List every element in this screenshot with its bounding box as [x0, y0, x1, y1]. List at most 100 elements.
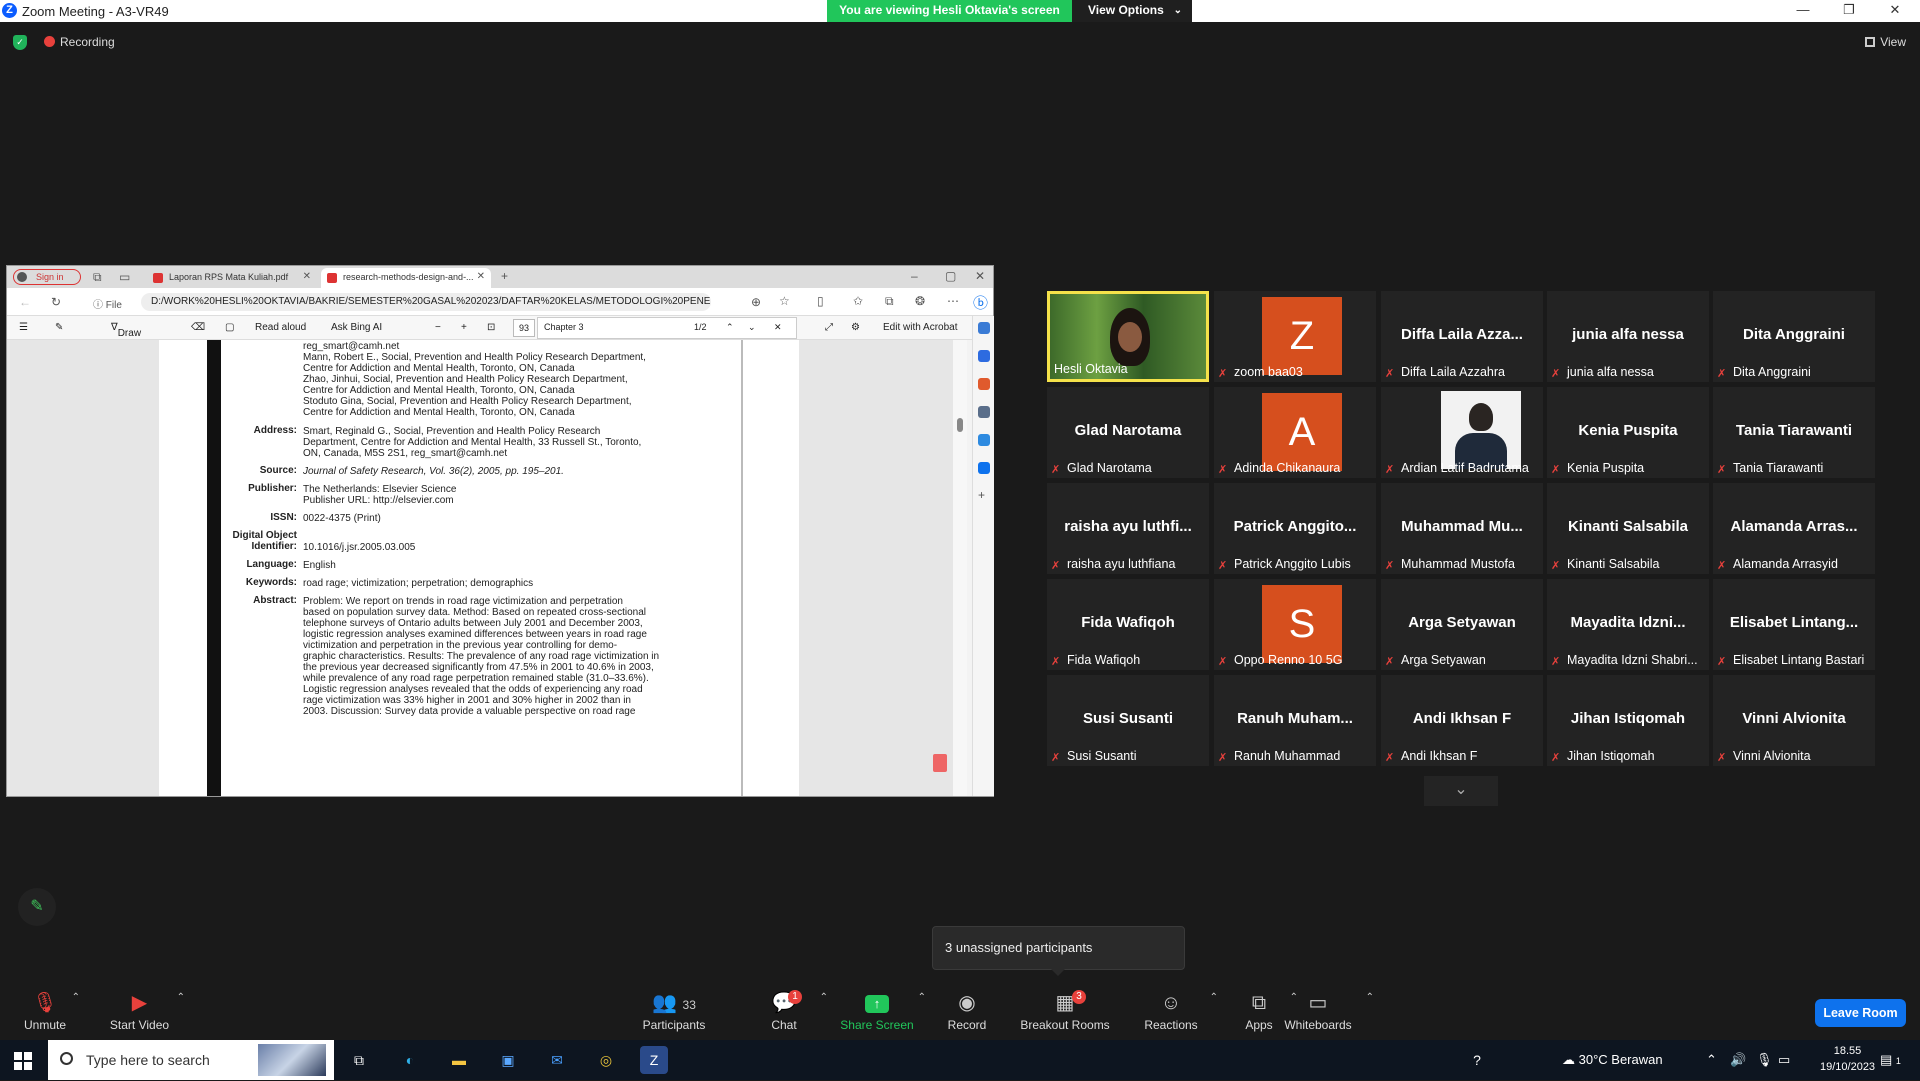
participant-tile[interactable]: Patrick Anggito... ✗ Patrick Anggito Lubis	[1214, 483, 1376, 574]
help-icon[interactable]: ?	[1463, 1046, 1491, 1074]
participant-tile[interactable]: Susi Susanti ✗ Susi Susanti	[1047, 675, 1209, 766]
caret-up-icon[interactable]: ⌃	[1366, 992, 1374, 1003]
reactions-button[interactable]: ☺ Reactions ⌃	[1126, 990, 1218, 1036]
shopping-icon[interactable]	[978, 350, 990, 362]
file-info-icon[interactable]: ⓘ File	[93, 296, 122, 311]
url-field[interactable]: D:/WORK%20HESLI%20OKTAVIA/BAKRIE/SEMESTE…	[141, 293, 711, 311]
participant-tile[interactable]: Kenia Puspita ✗ Kenia Puspita	[1547, 387, 1709, 478]
mail-icon[interactable]: ✉	[543, 1046, 571, 1074]
file-explorer-icon[interactable]: ▬	[445, 1046, 473, 1074]
back-icon[interactable]: ←	[19, 295, 31, 309]
speaker-icon[interactable]: 🔊	[1730, 1040, 1746, 1080]
zoom-icon[interactable]: ⊕	[751, 295, 761, 309]
encryption-shield-icon[interactable]: ✓	[13, 35, 27, 50]
eraser-icon[interactable]: ⌫	[191, 322, 205, 333]
more-menu-icon[interactable]: ⋯	[947, 294, 959, 308]
tools-icon[interactable]	[978, 378, 990, 390]
network-icon[interactable]: ▭	[1778, 1040, 1790, 1080]
start-video-button[interactable]: ▶ Start Video ⌃	[92, 990, 187, 1036]
fit-page-icon[interactable]: ⊡	[487, 322, 495, 333]
collections-icon[interactable]: ⧉	[885, 294, 894, 309]
caret-up-icon[interactable]: ⌃	[820, 992, 828, 1003]
unassigned-participants-popup[interactable]: 3 unassigned participants	[932, 926, 1185, 976]
participant-tile[interactable]: Tania Tiarawanti ✗ Tania Tiarawanti	[1713, 387, 1875, 478]
close-icon[interactable]: ✕	[975, 269, 985, 283]
participant-tile[interactable]: ✗ Ardian Latif Badrutama	[1381, 387, 1543, 478]
annotate-pencil-icon[interactable]: ✎	[18, 888, 56, 926]
scroll-thumb[interactable]	[957, 418, 963, 432]
weather-widget[interactable]: ☁ 30°C Berawan	[1562, 1040, 1663, 1080]
participant-tile[interactable]: Hesli Oktavia	[1047, 291, 1209, 382]
find-close-icon[interactable]: ✕	[774, 322, 782, 333]
taskbar-search-input[interactable]: Type here to search	[48, 1040, 334, 1080]
participant-tile[interactable]: A ✗ Adinda Chikanaura	[1214, 387, 1376, 478]
pdf-scrollbar[interactable]	[953, 340, 967, 796]
close-tab-icon[interactable]: ✕	[303, 268, 311, 286]
office-icon[interactable]	[978, 434, 990, 446]
participant-tile[interactable]: Muhammad Mu... ✗ Muhammad Mustofa	[1381, 483, 1543, 574]
chrome-icon[interactable]: ◎	[592, 1046, 620, 1074]
shared-screen[interactable]: Sign in ⧉ ▭ Laporan RPS Mata Kuliah.pdf ✕…	[6, 265, 994, 797]
games-icon[interactable]	[978, 406, 990, 418]
page-number-input[interactable]: 93	[513, 319, 535, 337]
participant-tile[interactable]: Andi Ikhsan F ✗ Andi Ikhsan F	[1381, 675, 1543, 766]
participant-tile[interactable]: junia alfa nessa ✗ junia alfa nessa	[1547, 291, 1709, 382]
zoom-app-icon[interactable]: Z	[640, 1046, 668, 1074]
store-icon[interactable]: ▣	[494, 1046, 522, 1074]
read-aloud-button[interactable]: Read aloud	[255, 322, 306, 333]
find-next-icon[interactable]: ⌄	[748, 322, 756, 333]
refresh-icon[interactable]: ↻	[51, 295, 61, 309]
draw-button[interactable]: ∇ Draw	[111, 322, 141, 339]
close-button[interactable]: ✕	[1872, 0, 1918, 22]
caret-up-icon[interactable]: ⌃	[72, 992, 80, 1003]
participant-tile[interactable]: Alamanda Arras... ✗ Alamanda Arrasyid	[1713, 483, 1875, 574]
settings-icon[interactable]: ⚙	[851, 322, 860, 333]
find-prev-icon[interactable]: ⌃	[726, 322, 734, 333]
zoom-out-icon[interactable]: −	[435, 322, 441, 333]
page-view-icon[interactable]: ▢	[225, 322, 234, 333]
participant-tile[interactable]: Arga Setyawan ✗ Arga Setyawan	[1381, 579, 1543, 670]
participant-tile[interactable]: Kinanti Salsabila ✗ Kinanti Salsabila	[1547, 483, 1709, 574]
participant-tile[interactable]: Fida Wafiqoh ✗ Fida Wafiqoh	[1047, 579, 1209, 670]
acrobat-icon[interactable]	[933, 754, 947, 772]
share-screen-button[interactable]: ↑ Share Screen ⌃	[832, 990, 926, 1036]
edge-icon[interactable]: ◐	[396, 1046, 424, 1074]
workspaces-icon[interactable]: ⧉	[93, 270, 102, 285]
participant-tile[interactable]: Vinni Alvionita ✗ Vinni Alvionita	[1713, 675, 1875, 766]
record-button[interactable]: ◉ Record	[922, 990, 1012, 1036]
find-input[interactable]: Chapter 3	[544, 322, 584, 332]
recording-indicator[interactable]: Recording	[44, 35, 115, 49]
notifications-icon[interactable]: ▤ 1	[1880, 1040, 1901, 1081]
participant-tile[interactable]: Diffa Laila Azza... ✗ Diffa Laila Azzahra	[1381, 291, 1543, 382]
close-tab-icon[interactable]: ✕	[477, 268, 485, 286]
outlook-icon[interactable]	[978, 462, 990, 474]
participant-tile[interactable]: Mayadita Idzni... ✗ Mayadita Idzni Shabri.…	[1547, 579, 1709, 670]
leave-room-button[interactable]: Leave Room	[1815, 999, 1906, 1027]
bing-copilot-icon[interactable]: ⓑ	[973, 292, 988, 313]
unmute-button[interactable]: 🎙 Unmute ⌃	[0, 990, 90, 1036]
extensions-icon[interactable]: ❂	[915, 294, 925, 308]
participant-tile[interactable]: Elisabet Lintang... ✗ Elisabet Lintang Bas…	[1713, 579, 1875, 670]
contents-icon[interactable]: ☰	[19, 322, 28, 333]
participant-tile[interactable]: Dita Anggraini ✗ Dita Anggraini	[1713, 291, 1875, 382]
participant-tile[interactable]: Jihan Istiqomah ✗ Jihan Istiqomah	[1547, 675, 1709, 766]
tab-actions-icon[interactable]: ▭	[119, 270, 130, 284]
minimize-button[interactable]: —	[1780, 0, 1826, 22]
participant-tile[interactable]: Ranuh Muham... ✗ Ranuh Muhammad	[1214, 675, 1376, 766]
maximize-icon[interactable]: ▢	[945, 269, 956, 283]
favorite-star-icon[interactable]: ☆	[779, 294, 790, 308]
sign-in-button[interactable]: Sign in	[13, 269, 81, 285]
favorites-icon[interactable]: ✩	[853, 294, 863, 308]
chat-button[interactable]: 💬 1 Chat ⌃	[738, 990, 830, 1036]
breakout-rooms-button[interactable]: ▦ 3 Breakout Rooms	[1012, 990, 1118, 1036]
highlight-icon[interactable]: ✎	[55, 322, 63, 333]
edit-acrobat-button[interactable]: Edit with Acrobat	[883, 322, 957, 333]
participant-tile[interactable]: Glad Narotama ✗ Glad Narotama	[1047, 387, 1209, 478]
participant-tile[interactable]: Z ✗ zoom baa03	[1214, 291, 1376, 382]
whiteboards-button[interactable]: ▭ Whiteboards ⌃	[1272, 990, 1374, 1036]
zoom-in-icon[interactable]: +	[461, 322, 467, 333]
browser-tab-laporan[interactable]: Laporan RPS Mata Kuliah.pdf ✕	[147, 268, 317, 288]
participants-button[interactable]: 👥 33 Participants	[628, 990, 720, 1036]
maximize-button[interactable]: ❐	[1826, 0, 1872, 22]
participant-tile[interactable]: raisha ayu luthfi... ✗ raisha ayu luthfian…	[1047, 483, 1209, 574]
